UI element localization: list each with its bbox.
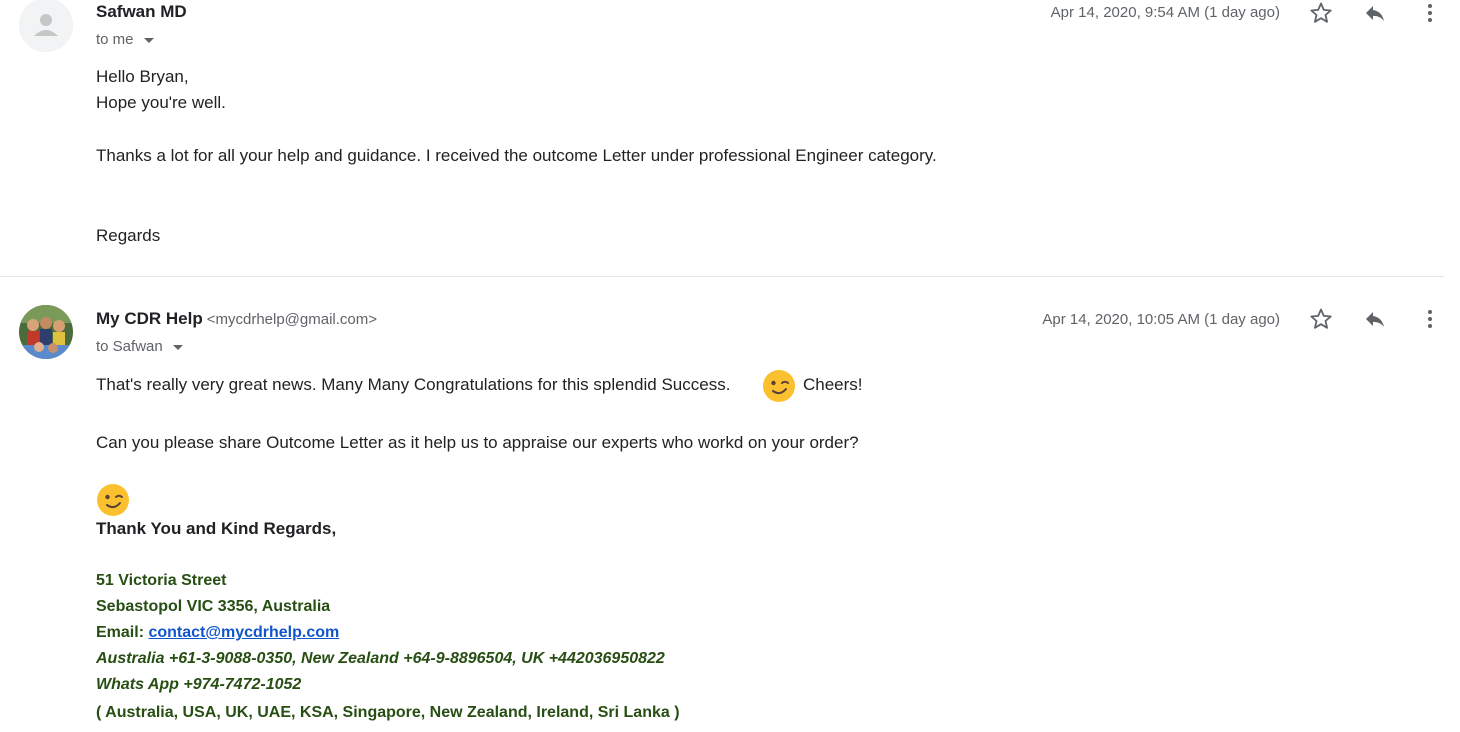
avatar[interactable] [19, 305, 73, 359]
body-line: Thanks a lot for all your help and guida… [96, 146, 937, 165]
recipient-label: to Safwan [96, 338, 163, 355]
signature-email-line: Email: contact@mycdrhelp.com [96, 624, 339, 642]
chevron-down-icon [143, 37, 154, 43]
chevron-down-icon [172, 344, 183, 350]
wink-emoji-icon [763, 370, 795, 402]
body-line: Hope you're well. [96, 93, 226, 112]
sender-name: My CDR Help <mycdrhelp@gmail.com> [96, 309, 377, 329]
recipient-label: to me [96, 31, 134, 48]
wink-emoji-icon [97, 484, 129, 516]
star-button[interactable] [1308, 0, 1334, 26]
sender-email: <mycdrhelp@gmail.com> [206, 311, 378, 328]
star-icon [1310, 2, 1332, 23]
star-button[interactable] [1308, 306, 1334, 332]
signature-phones: Australia +61-3-9088-0350, New Zealand +… [96, 650, 665, 667]
more-vertical-icon [1428, 310, 1432, 328]
signature-city: Sebastopol VIC 3356, Australia [96, 598, 331, 615]
message-divider [0, 276, 1444, 277]
message-date: Apr 14, 2020, 10:05 AM (1 day ago) [1042, 311, 1280, 328]
reply-icon [1366, 312, 1384, 327]
more-options-button[interactable] [1417, 0, 1443, 26]
star-icon [1310, 308, 1332, 329]
reply-icon [1366, 6, 1384, 21]
sender-name-text: Safwan MD [96, 2, 187, 21]
reply-button[interactable] [1362, 0, 1388, 26]
recipient-dropdown[interactable]: to me [96, 31, 154, 48]
body-line: Can you please share Outcome Letter as i… [96, 433, 859, 452]
body-line: Cheers! [803, 375, 863, 394]
sender-name-text: My CDR Help [96, 309, 203, 328]
signature-whatsapp: Whats App +974-7472-1052 [96, 676, 302, 693]
group-photo-avatar [19, 305, 73, 359]
sender-name: Safwan MD [96, 2, 187, 22]
reply-button[interactable] [1362, 306, 1388, 332]
signature-countries: ( Australia, USA, UK, UAE, KSA, Singapor… [96, 704, 680, 721]
recipient-dropdown[interactable]: to Safwan [96, 338, 183, 355]
email-label: Email: [96, 624, 145, 641]
signature-closing: Thank You and Kind Regards, [96, 519, 337, 538]
avatar[interactable] [19, 0, 73, 52]
signature-street: 51 Victoria Street [96, 572, 227, 589]
more-options-button[interactable] [1417, 306, 1443, 332]
body-line: Regards [96, 226, 161, 245]
more-vertical-icon [1428, 4, 1432, 22]
message-date: Apr 14, 2020, 9:54 AM (1 day ago) [1050, 4, 1280, 21]
person-placeholder-icon [34, 14, 58, 36]
body-line: Hello Bryan, [96, 67, 189, 86]
body-line: That's really very great news. Many Many… [96, 375, 731, 394]
email-link[interactable]: contact@mycdrhelp.com [148, 624, 339, 641]
